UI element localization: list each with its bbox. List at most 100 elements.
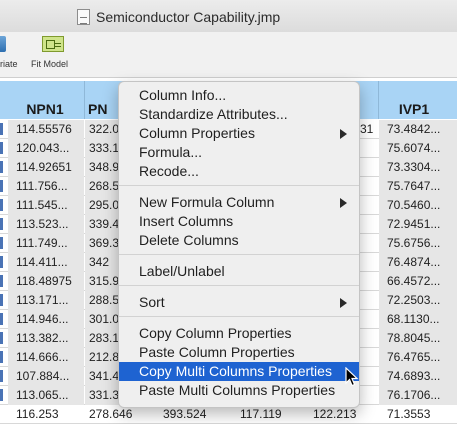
row-state-marker bbox=[0, 370, 3, 382]
cell-pn[interactable]: 268.5 bbox=[89, 177, 119, 196]
cell-pn[interactable]: 212.8 bbox=[89, 348, 119, 367]
cell-pn[interactable]: 333.1 bbox=[89, 139, 119, 158]
cell-ivp1[interactable]: 72.2503... bbox=[387, 291, 447, 310]
cell-npn1[interactable]: 118.48975 bbox=[16, 272, 77, 291]
cell-npn1[interactable]: 114.411... bbox=[16, 253, 77, 272]
cell-npn1[interactable]: 113.382... bbox=[16, 329, 77, 348]
cell-pn[interactable]: 342 bbox=[89, 253, 119, 272]
menu-item-delete-columns[interactable]: Delete Columns bbox=[119, 231, 359, 250]
column-header-npn1[interactable]: NPN1 bbox=[10, 81, 80, 119]
multivariate-icon[interactable] bbox=[0, 36, 6, 52]
cell-npn1[interactable]: 111.545... bbox=[16, 196, 77, 215]
cell-pn[interactable]: 288.5 bbox=[89, 291, 119, 310]
menu-separator bbox=[119, 185, 359, 186]
menu-item-standardize-attributes[interactable]: Standardize Attributes... bbox=[119, 105, 359, 124]
submenu-arrow-icon bbox=[340, 198, 347, 208]
row-state-marker bbox=[0, 351, 3, 363]
cell-ivp1[interactable]: 73.3304... bbox=[387, 158, 447, 177]
row-state-marker bbox=[0, 161, 3, 173]
cell-npn1[interactable]: 114.92651 bbox=[16, 158, 77, 177]
menu-item-label: New Formula Column bbox=[139, 194, 275, 210]
menu-item-paste-multi-columns-properties[interactable]: Paste Multi Columns Properties bbox=[119, 381, 359, 400]
cell-pn[interactable]: 331.3 bbox=[89, 386, 119, 405]
row-state-marker bbox=[0, 332, 3, 344]
menu-item-column-properties[interactable]: Column Properties bbox=[119, 124, 359, 143]
cell-ivp1[interactable]: 76.1706... bbox=[387, 386, 447, 405]
column-header-pn[interactable]: PN bbox=[88, 81, 116, 119]
document-icon bbox=[77, 9, 90, 25]
menu-separator bbox=[119, 316, 359, 317]
submenu-arrow-icon bbox=[340, 298, 347, 308]
table-cell[interactable]: 116.253 bbox=[16, 405, 59, 424]
menu-item-label-unlabel[interactable]: Label/Unlabel bbox=[119, 262, 359, 281]
menu-item-label: Sort bbox=[139, 294, 165, 310]
column-divider bbox=[84, 81, 85, 119]
cell-ivp1[interactable]: 74.6893... bbox=[387, 367, 447, 386]
cell-npn1[interactable]: 113.523... bbox=[16, 215, 77, 234]
cell-npn1[interactable]: 114.946... bbox=[16, 310, 77, 329]
row-state-marker bbox=[0, 313, 3, 325]
cell-pn[interactable]: 348.9 bbox=[89, 158, 119, 177]
cell-pn[interactable]: 369.3 bbox=[89, 234, 119, 253]
menu-separator bbox=[119, 254, 359, 255]
row-state-marker bbox=[0, 218, 3, 230]
row-state-marker bbox=[0, 123, 3, 135]
cell-npn1[interactable]: 120.043... bbox=[16, 139, 77, 158]
menu-item-copy-multi-columns-properties[interactable]: Copy Multi Columns Properties bbox=[119, 362, 359, 381]
context-menu: Column Info... Standardize Attributes...… bbox=[118, 81, 360, 408]
cell-pn[interactable]: 322.0 bbox=[89, 120, 119, 139]
menu-item-insert-columns[interactable]: Insert Columns bbox=[119, 212, 359, 231]
cell-npn1[interactable]: 107.884... bbox=[16, 367, 77, 386]
cell-pn[interactable]: 341.4 bbox=[89, 367, 119, 386]
cell-pn[interactable]: 283.1 bbox=[89, 329, 119, 348]
fit-model-icon[interactable] bbox=[42, 36, 64, 52]
row-state-marker bbox=[0, 294, 3, 306]
cell-partial[interactable]: 31 bbox=[360, 120, 374, 139]
cell-ivp1[interactable]: 76.4874... bbox=[387, 253, 447, 272]
fit-model-label[interactable]: Fit Model bbox=[31, 59, 68, 69]
table-cell[interactable]: 71.3553 bbox=[387, 405, 430, 424]
row-state-marker bbox=[0, 389, 3, 401]
multivariate-label[interactable]: riate bbox=[0, 59, 18, 69]
window-title: Semiconductor Capability.jmp bbox=[96, 9, 281, 25]
menu-item-recode[interactable]: Recode... bbox=[119, 162, 359, 181]
cell-npn1[interactable]: 111.756... bbox=[16, 177, 77, 196]
cell-ivp1[interactable]: 68.1130... bbox=[387, 310, 447, 329]
menu-item-formula[interactable]: Formula... bbox=[119, 143, 359, 162]
menu-separator bbox=[119, 285, 359, 286]
cell-ivp1[interactable]: 70.5460... bbox=[387, 196, 447, 215]
cell-pn[interactable]: 339.4 bbox=[89, 215, 119, 234]
cell-ivp1[interactable]: 72.9451... bbox=[387, 215, 447, 234]
column-header-ivp1[interactable]: IVP1 bbox=[384, 81, 444, 119]
menu-item-new-formula-column[interactable]: New Formula Column bbox=[119, 193, 359, 212]
row-state-marker bbox=[0, 199, 3, 211]
menu-item-copy-column-properties[interactable]: Copy Column Properties bbox=[119, 324, 359, 343]
row-state-marker bbox=[0, 142, 3, 154]
cell-pn[interactable]: 301.0 bbox=[89, 310, 119, 329]
cell-ivp1[interactable]: 73.4842... bbox=[387, 120, 447, 139]
menu-item-sort[interactable]: Sort bbox=[119, 293, 359, 312]
cell-npn1[interactable]: 111.749... bbox=[16, 234, 77, 253]
cell-ivp1[interactable]: 76.4765... bbox=[387, 348, 447, 367]
cell-pn[interactable]: 315.9 bbox=[89, 272, 119, 291]
menu-item-paste-column-properties[interactable]: Paste Column Properties bbox=[119, 343, 359, 362]
column-divider bbox=[378, 81, 379, 119]
cell-ivp1[interactable]: 75.6756... bbox=[387, 234, 447, 253]
row-state-marker bbox=[0, 275, 3, 287]
cell-npn1[interactable]: 113.171... bbox=[16, 291, 77, 310]
cell-npn1[interactable]: 114.666... bbox=[16, 348, 77, 367]
menu-item-label: Column Properties bbox=[139, 125, 255, 141]
cell-ivp1[interactable]: 75.6074... bbox=[387, 139, 447, 158]
row-state-marker bbox=[0, 180, 3, 192]
mouse-pointer-icon bbox=[345, 367, 359, 387]
cell-pn[interactable]: 295.0 bbox=[89, 196, 119, 215]
cell-ivp1[interactable]: 66.4572... bbox=[387, 272, 447, 291]
cell-npn1[interactable]: 113.065... bbox=[16, 386, 77, 405]
cell-ivp1[interactable]: 75.7647... bbox=[387, 177, 447, 196]
cell-npn1[interactable]: 114.55576 bbox=[16, 120, 77, 139]
row-state-marker bbox=[0, 237, 3, 249]
cell-ivp1[interactable]: 78.8045... bbox=[387, 329, 447, 348]
toolbar: riate Fit Model bbox=[0, 32, 457, 78]
row-state-marker bbox=[0, 256, 3, 268]
menu-item-column-info[interactable]: Column Info... bbox=[119, 86, 359, 105]
